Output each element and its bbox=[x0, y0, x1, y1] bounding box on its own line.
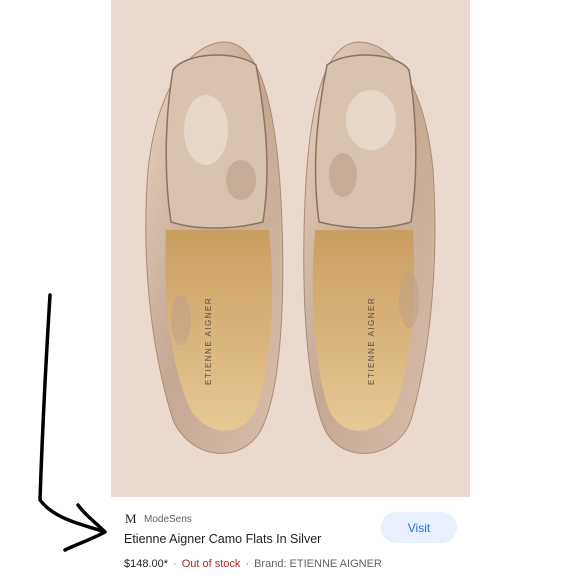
left-shoe: ETIENNE AIGNER bbox=[145, 41, 284, 454]
visit-button[interactable]: Visit bbox=[381, 512, 457, 543]
hand-drawn-arrow-icon bbox=[38, 293, 107, 552]
stock-status: Out of stock bbox=[181, 558, 241, 570]
source-name: ModeSens bbox=[144, 513, 192, 525]
source-row: M ModeSens bbox=[125, 511, 192, 527]
brand: Brand: ETIENNE AIGNER bbox=[254, 558, 382, 570]
separator: · bbox=[173, 558, 177, 570]
separator: · bbox=[245, 558, 250, 570]
right-shoe: ETIENNE AIGNER bbox=[303, 41, 436, 454]
product-image[interactable]: ETIENNE AIGNER ETIENNE AIGNER bbox=[111, 0, 470, 497]
shoes-illustration: ETIENNE AIGNER ETIENNE AIGNER bbox=[111, 0, 470, 497]
modesens-logo: M bbox=[125, 511, 137, 526]
product-title[interactable]: Etienne Aigner Camo Flats In Silver bbox=[124, 532, 321, 546]
price: $148.00* bbox=[124, 558, 169, 570]
right-shoe-brand-imprint: ETIENNE AIGNER bbox=[367, 297, 376, 385]
left-shoe-brand-imprint: ETIENNE AIGNER bbox=[204, 297, 213, 385]
product-meta: $148.00* · Out of stock · Brand: ETIENNE… bbox=[124, 558, 382, 570]
